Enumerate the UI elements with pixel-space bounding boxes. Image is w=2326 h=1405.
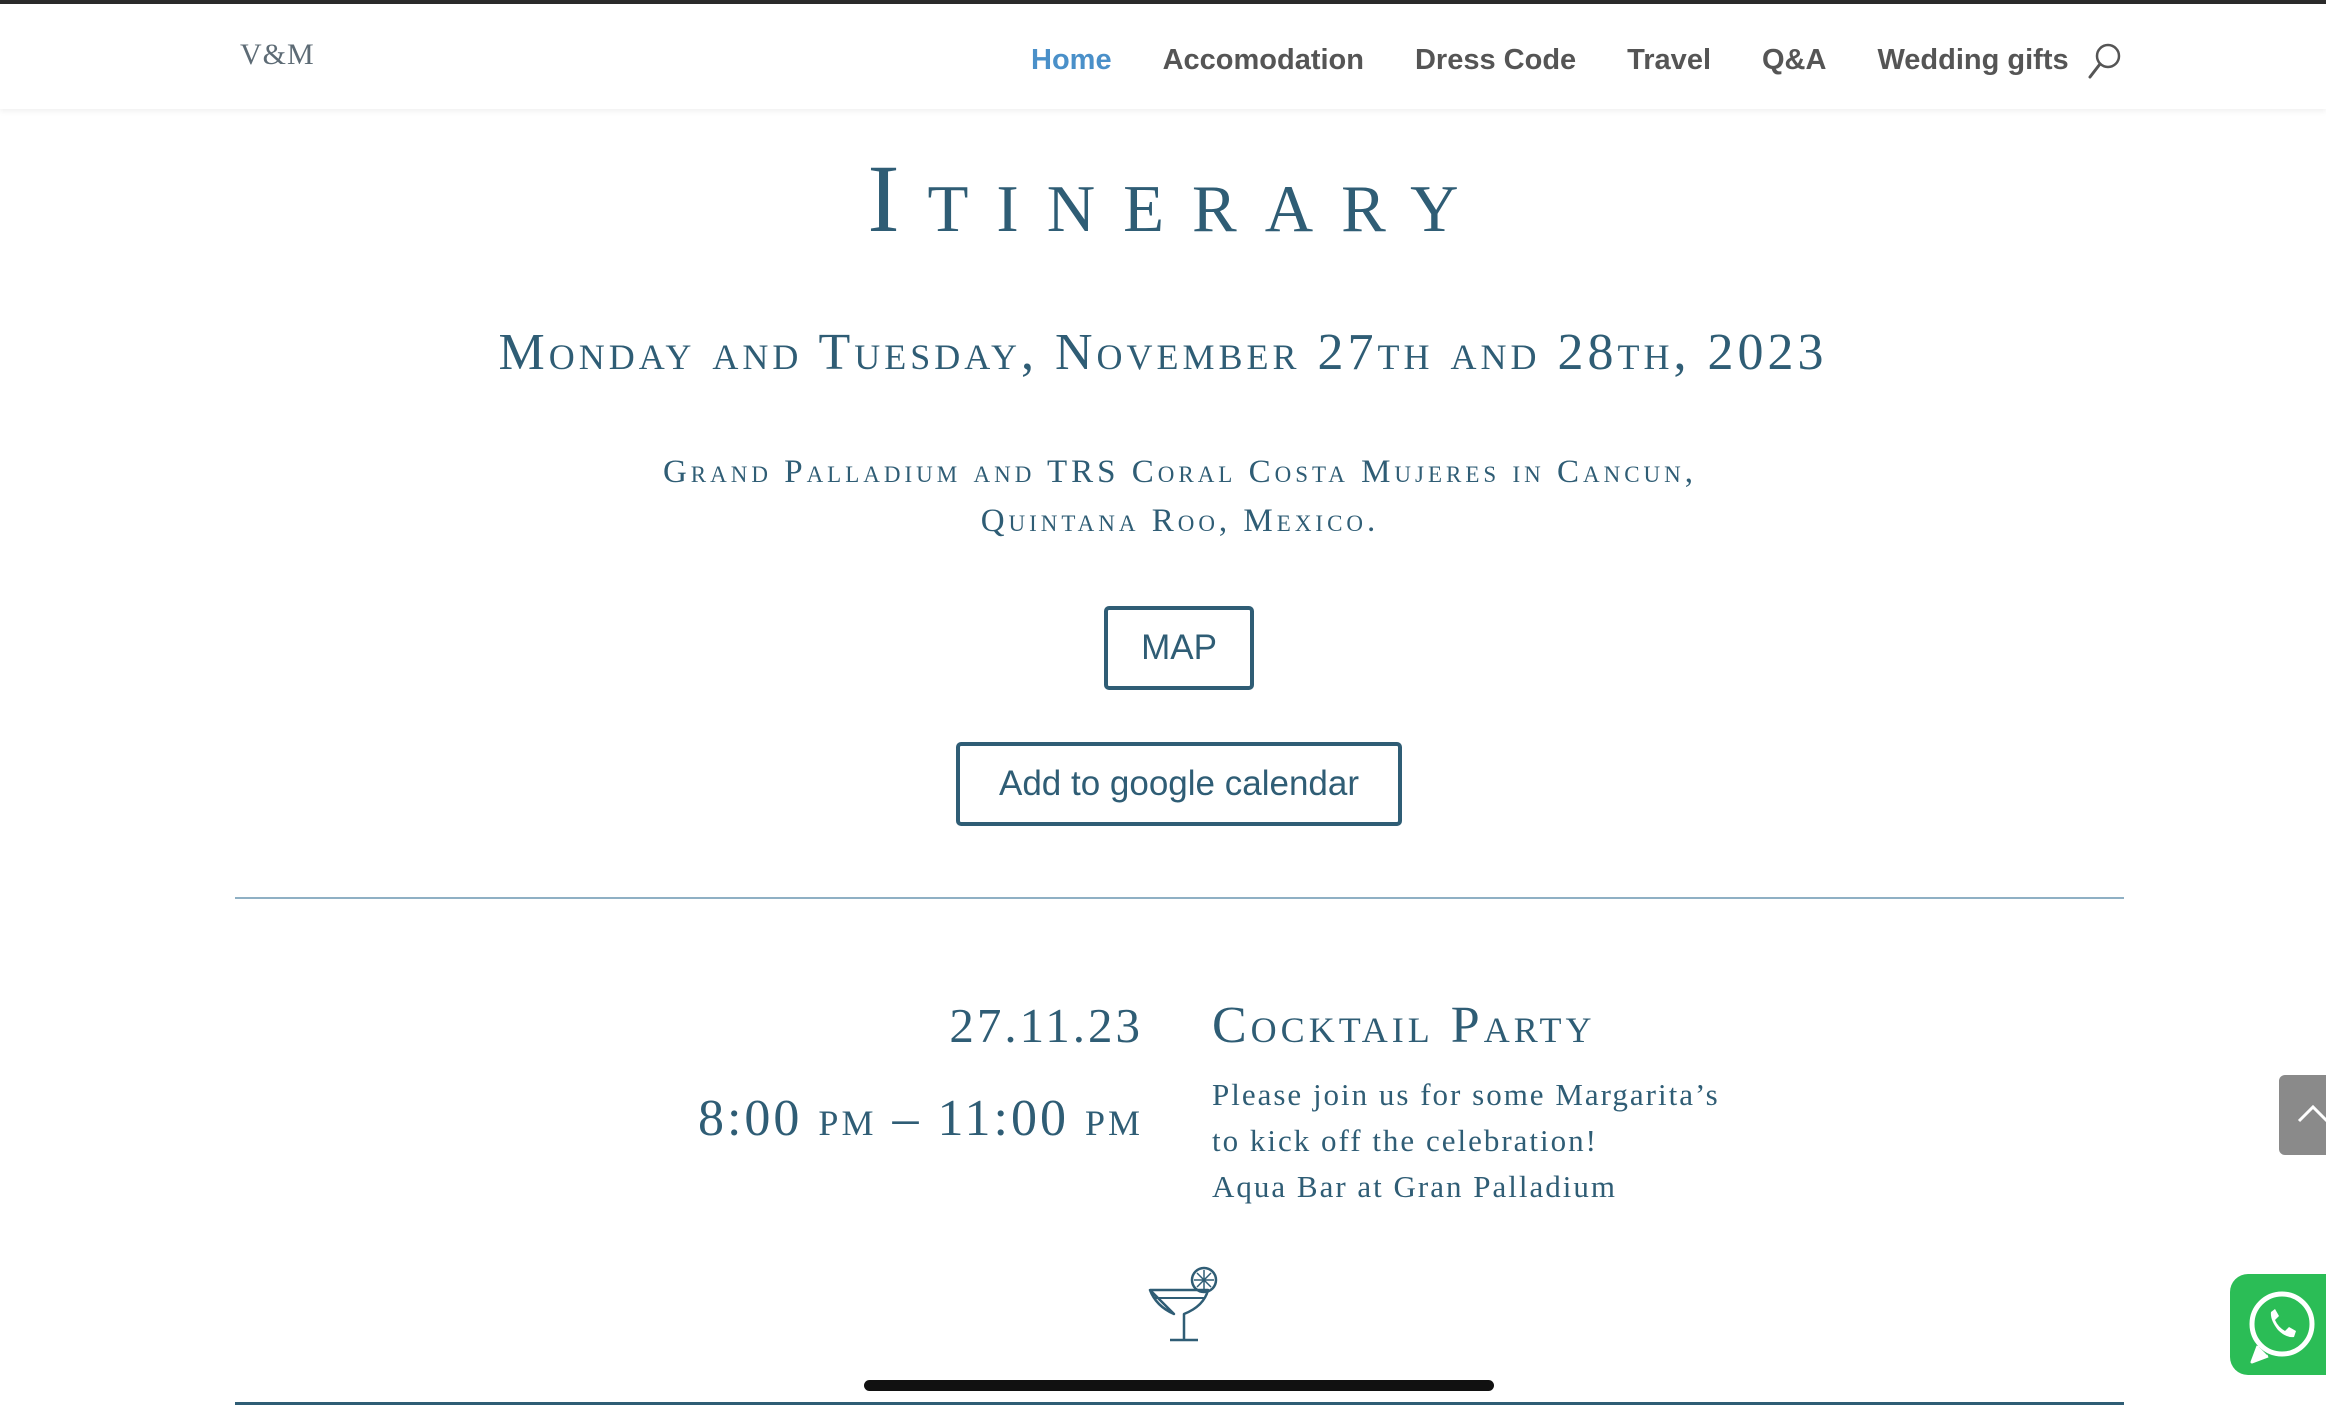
- event-date: 27.11.23: [949, 998, 1143, 1053]
- event-desc-line-1: Please join us for some Margarita’s: [1212, 1077, 1720, 1112]
- whatsapp-chat-button[interactable]: [2230, 1274, 2326, 1375]
- nav-home[interactable]: Home: [1031, 44, 1112, 77]
- scroll-to-top-button[interactable]: [2279, 1075, 2326, 1155]
- event-description: Please join us for some Margarita’s to k…: [1212, 1072, 1912, 1210]
- main-nav: Home Accomodation Dress Code Travel Q&A …: [1031, 38, 2120, 82]
- event-dates: Monday and Tuesday, November 27th and 28…: [498, 324, 1828, 381]
- whatsapp-icon: [2249, 1291, 2315, 1364]
- event-title: Cocktail Party: [1212, 997, 1596, 1054]
- site-header: V&M Home Accomodation Dress Code Travel …: [0, 4, 2326, 109]
- nav-wedding-gifts[interactable]: Wedding gifts: [1877, 44, 2068, 77]
- nav-dress-code[interactable]: Dress Code: [1415, 44, 1576, 77]
- chevron-up-icon: [2297, 1104, 2326, 1123]
- site-logo[interactable]: V&M: [240, 38, 315, 72]
- nav-qa[interactable]: Q&A: [1762, 44, 1826, 77]
- nav-accomodation[interactable]: Accomodation: [1163, 44, 1364, 77]
- cocktail-icon: [1148, 1266, 1218, 1342]
- home-indicator: [864, 1380, 1494, 1391]
- venue-location: Grand Palladium and TRS Coral Costa Muje…: [560, 448, 1800, 546]
- map-button[interactable]: MAP: [1104, 606, 1254, 690]
- add-to-calendar-button[interactable]: Add to google calendar: [956, 742, 1402, 826]
- venue-line-1: Grand Palladium and TRS Coral Costa Muje…: [662, 454, 1698, 490]
- page-title: Itinerary: [867, 145, 1487, 252]
- event-desc-line-2: to kick off the celebration!: [1212, 1123, 1598, 1158]
- venue-line-2: Quintana Roo, Mexico.: [980, 503, 1380, 539]
- section-divider: [235, 897, 2124, 899]
- search-icon[interactable]: [2087, 42, 2123, 80]
- nav-travel[interactable]: Travel: [1627, 44, 1711, 77]
- event-time: 8:00 pm – 11:00 pm: [697, 1090, 1143, 1147]
- event-venue: Aqua Bar at Gran Palladium: [1212, 1169, 1617, 1204]
